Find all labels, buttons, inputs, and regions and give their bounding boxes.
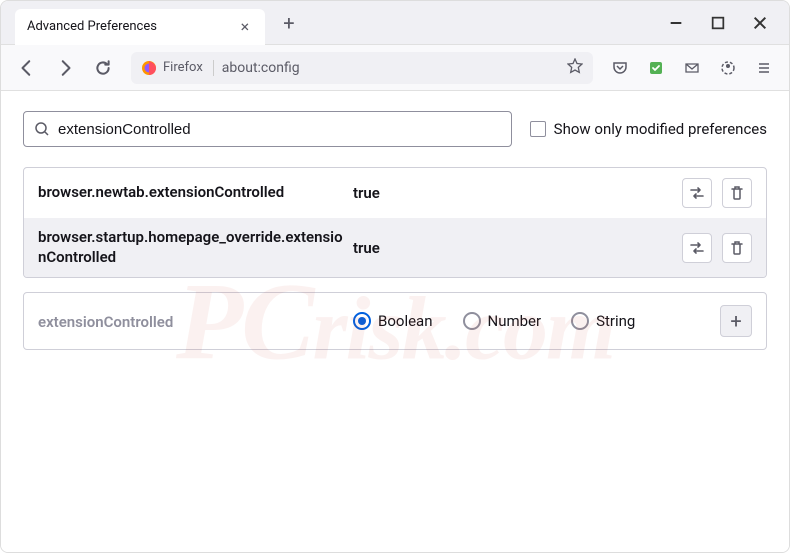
reload-button[interactable]	[87, 52, 119, 84]
radio-string[interactable]: String	[571, 312, 635, 330]
radio-number[interactable]: Number	[463, 312, 542, 330]
checkbox-icon	[530, 121, 546, 137]
browser-tab[interactable]: Advanced Preferences ×	[15, 9, 265, 45]
account-icon[interactable]	[713, 53, 743, 83]
new-pref-name: extensionControlled	[38, 313, 173, 331]
pref-name: browser.newtab.extensionControlled	[38, 183, 343, 203]
pocket-icon[interactable]	[605, 53, 635, 83]
radio-boolean[interactable]: Boolean	[353, 312, 433, 330]
url-bar[interactable]: Firefox about:config	[131, 52, 593, 84]
toggle-button[interactable]	[682, 178, 712, 208]
firefox-icon	[141, 60, 157, 76]
tab-title: Advanced Preferences	[27, 19, 157, 34]
back-button[interactable]	[11, 52, 43, 84]
search-icon	[34, 121, 50, 137]
delete-button[interactable]	[722, 178, 752, 208]
menu-button[interactable]	[749, 53, 779, 83]
search-input[interactable]	[58, 121, 501, 138]
pref-value: true	[353, 184, 672, 202]
page-content: PCrisk.com Show only modified preference…	[1, 91, 789, 552]
radio-label: Boolean	[378, 312, 433, 330]
bookmark-star-icon[interactable]	[567, 58, 583, 78]
mail-icon[interactable]	[677, 53, 707, 83]
radio-icon	[571, 312, 589, 330]
titlebar: Advanced Preferences × +	[1, 1, 789, 45]
navbar: Firefox about:config	[1, 45, 789, 91]
add-button[interactable]: +	[720, 305, 752, 337]
close-window-button[interactable]	[751, 14, 769, 32]
show-modified-checkbox[interactable]: Show only modified preferences	[530, 120, 767, 138]
new-tab-button[interactable]: +	[275, 9, 303, 37]
radio-label: String	[596, 312, 635, 330]
checkbox-label: Show only modified preferences	[554, 120, 767, 138]
maximize-button[interactable]	[709, 14, 727, 32]
pref-value: true	[353, 239, 672, 257]
minimize-button[interactable]	[667, 14, 685, 32]
pref-row: browser.startup.homepage_override.extens…	[24, 218, 766, 277]
search-box[interactable]	[23, 111, 512, 147]
identity-box[interactable]: Firefox	[141, 60, 214, 76]
pref-row: browser.newtab.extensionControlled true	[24, 168, 766, 218]
type-radio-group: Boolean Number String	[353, 312, 710, 330]
close-tab-icon[interactable]: ×	[237, 19, 253, 35]
radio-icon	[353, 312, 371, 330]
forward-button[interactable]	[49, 52, 81, 84]
delete-button[interactable]	[722, 233, 752, 263]
extension-icon[interactable]	[641, 53, 671, 83]
url-text[interactable]: about:config	[222, 60, 559, 76]
pref-name: browser.startup.homepage_override.extens…	[38, 228, 343, 267]
preferences-table: browser.newtab.extensionControlled true …	[23, 167, 767, 278]
toggle-button[interactable]	[682, 233, 712, 263]
new-preference-row: extensionControlled Boolean Number Strin…	[23, 292, 767, 350]
identity-label: Firefox	[163, 60, 203, 75]
radio-label: Number	[488, 312, 542, 330]
radio-icon	[463, 312, 481, 330]
